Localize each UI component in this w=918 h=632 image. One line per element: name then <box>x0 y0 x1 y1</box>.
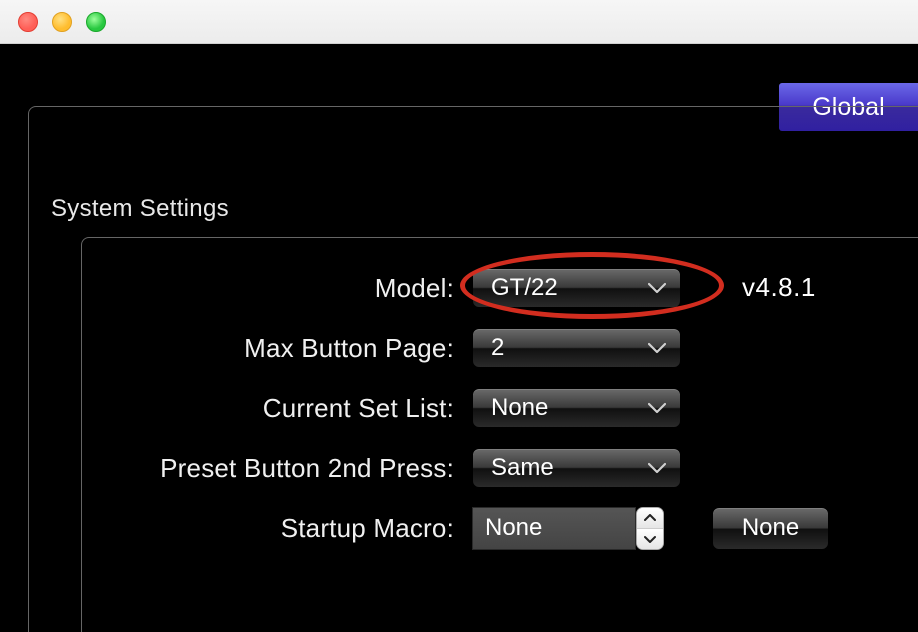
current-set-list-dropdown[interactable]: None <box>472 388 681 428</box>
row-model: Model: GT/22 v4.8.1 <box>82 264 918 312</box>
chevron-down-icon <box>648 282 666 294</box>
startup-macro-none-button-label: None <box>742 514 799 542</box>
preset-2nd-press-dropdown[interactable]: Same <box>472 448 681 488</box>
stepper-up-button[interactable] <box>637 508 663 528</box>
chevron-down-icon <box>648 402 666 414</box>
startup-macro-none-button[interactable]: None <box>712 507 829 550</box>
settings-panel: System Settings Model: GT/22 v4.8.1 Max <box>28 106 918 632</box>
startup-macro-field[interactable]: None <box>472 507 636 550</box>
current-set-list-value: None <box>491 394 548 422</box>
section-title: System Settings <box>51 195 229 223</box>
label-model: Model: <box>82 273 472 304</box>
system-settings-box: Model: GT/22 v4.8.1 Max Button Page: 2 <box>81 237 918 632</box>
label-max-button-page: Max Button Page: <box>82 333 472 364</box>
model-dropdown[interactable]: GT/22 <box>472 268 681 308</box>
window-maximize-button[interactable] <box>86 12 106 32</box>
row-preset-2nd-press: Preset Button 2nd Press: Same <box>82 444 918 492</box>
model-dropdown-value: GT/22 <box>491 274 558 302</box>
version-label: v4.8.1 <box>742 272 816 303</box>
label-current-set-list: Current Set List: <box>82 393 472 424</box>
chevron-down-icon <box>648 342 666 354</box>
titlebar <box>0 0 918 44</box>
label-startup-macro: Startup Macro: <box>82 513 472 544</box>
stepper-down-button[interactable] <box>637 528 663 549</box>
startup-macro-stepper[interactable] <box>636 507 664 550</box>
window: Global System Settings Model: GT/22 v4.8… <box>0 0 918 632</box>
row-max-button-page: Max Button Page: 2 <box>82 324 918 372</box>
content-area: Global System Settings Model: GT/22 v4.8… <box>0 44 918 632</box>
startup-macro-value: None <box>485 514 542 542</box>
row-startup-macro: Startup Macro: None None <box>82 504 918 552</box>
chevron-down-icon <box>648 462 666 474</box>
row-current-set-list: Current Set List: None <box>82 384 918 432</box>
label-preset-2nd-press: Preset Button 2nd Press: <box>54 453 472 484</box>
window-close-button[interactable] <box>18 12 38 32</box>
max-button-page-dropdown[interactable]: 2 <box>472 328 681 368</box>
preset-2nd-press-value: Same <box>491 454 554 482</box>
max-button-page-value: 2 <box>491 334 504 362</box>
window-minimize-button[interactable] <box>52 12 72 32</box>
